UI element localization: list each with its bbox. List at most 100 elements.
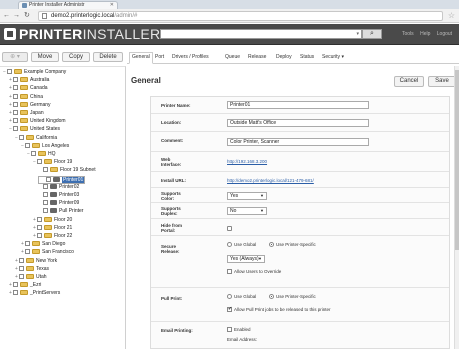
tree-checkbox[interactable] [13, 118, 18, 124]
new-button[interactable]: ⊕ ▾ [2, 52, 28, 62]
tree-folder-item[interactable]: + China [8, 93, 43, 101]
allow-override-checkbox[interactable]: Allow Users to Override [227, 269, 281, 275]
scrollbar-thumb[interactable] [455, 70, 459, 250]
tree-folder-item[interactable]: + Floor 22 [32, 233, 72, 240]
tree-checkbox[interactable] [43, 208, 48, 214]
tree-checkbox[interactable] [43, 183, 48, 189]
tree-checkbox[interactable] [19, 134, 24, 140]
tree-folder-item[interactable]: + Floor 21 [32, 224, 72, 232]
tree-checkbox[interactable] [37, 224, 42, 230]
secure-use-printer-specific-radio[interactable]: Use Printer-Specific [269, 242, 316, 248]
browser-tab[interactable]: Printer Installer Administr ✕ [18, 1, 118, 9]
tree-checkbox[interactable] [37, 233, 42, 238]
tree-folder-item[interactable]: + San Francisco [20, 249, 74, 256]
tree-checkbox[interactable] [46, 176, 51, 182]
tree-checkbox[interactable] [13, 282, 18, 288]
tree-checkbox[interactable] [13, 93, 18, 99]
tree-printer-item[interactable]: Printer01 [38, 175, 86, 184]
printer-name-field[interactable]: Printer01 [227, 101, 369, 109]
search-input[interactable]: ▾ [160, 29, 362, 39]
tree-checkbox[interactable] [13, 126, 18, 132]
tree-folder-item[interactable]: + Utah [14, 274, 47, 281]
delete-button[interactable]: Delete [93, 52, 123, 62]
tree-checkbox[interactable] [13, 290, 18, 296]
save-button[interactable]: Save [428, 76, 456, 87]
tree-folder-item[interactable]: Floor 19 Subnet [38, 167, 96, 174]
menu-help[interactable]: Help [420, 31, 430, 37]
tree-checkbox[interactable] [13, 77, 18, 83]
tree-folder-item[interactable]: + United Kingdom [8, 118, 66, 125]
tree-checkbox[interactable] [13, 110, 18, 115]
tree-folder-item[interactable]: + _Ezri [8, 282, 41, 289]
tree-folder-item[interactable]: + Japan [8, 110, 44, 117]
tree-folder-item[interactable]: − Floor 19 [32, 159, 72, 166]
tree-checkbox[interactable] [7, 69, 12, 74]
tree-folder-item[interactable]: − Example Company [2, 69, 66, 76]
copy-button[interactable]: Copy [62, 52, 90, 62]
tab-deploy[interactable]: Deploy [276, 53, 292, 62]
tab-release[interactable]: Release [248, 53, 266, 62]
tree-checkbox[interactable] [19, 265, 24, 271]
move-button[interactable]: Move [31, 52, 59, 62]
address-bar[interactable]: demo2.printerlogic.local/admin/# [38, 11, 443, 21]
tree-folder-item[interactable]: + Canada [8, 85, 48, 92]
menu-tools[interactable]: Tools [402, 31, 414, 37]
tree-checkbox[interactable] [13, 101, 18, 107]
tree-folder-item[interactable]: + Germany [8, 101, 51, 109]
reload-icon[interactable]: ↻ [24, 11, 30, 20]
location-field[interactable]: Outside Matt's Office [227, 119, 369, 127]
tree-folder-item[interactable]: − California [14, 134, 57, 142]
forward-icon[interactable]: → [13, 11, 20, 20]
email-enabled-checkbox[interactable]: Enabled [227, 327, 251, 333]
tree-checkbox[interactable] [25, 249, 30, 255]
bookmark-star-icon[interactable]: ☆ [448, 11, 455, 20]
search-dropdown-icon[interactable]: ▾ [356, 31, 359, 37]
tree-folder-item[interactable]: + New York [14, 257, 57, 265]
tree-checkbox[interactable] [13, 85, 18, 91]
tree-checkbox[interactable] [43, 167, 48, 173]
tab-status[interactable]: Status [300, 53, 314, 62]
supports-duplex-select[interactable]: No ▼ [227, 207, 267, 215]
tab-general[interactable]: General [129, 52, 153, 64]
supports-color-select[interactable]: Yes ▼ [227, 192, 267, 200]
install-url-link[interactable]: http://demo2.printerlogic.local/121-479-… [227, 178, 314, 183]
back-icon[interactable]: ← [3, 11, 10, 20]
comment-field[interactable]: Color Printer, Scanner [227, 138, 369, 146]
tree-folder-item[interactable]: − HQ [26, 151, 56, 158]
tree-printer-item[interactable]: Printer09 [38, 200, 79, 207]
tree-folder-item[interactable]: + Texas [14, 265, 49, 273]
pull-use-global-radio[interactable]: Use Global [227, 294, 256, 300]
tab-queue[interactable]: Queue [225, 53, 240, 62]
tree-checkbox[interactable] [25, 142, 30, 148]
hide-from-portal-checkbox[interactable] [227, 226, 232, 231]
tree-folder-item[interactable]: + Floor 20 [32, 216, 72, 224]
tree-printer-item[interactable]: Printer02 [38, 183, 79, 191]
main-scrollbar[interactable] [454, 66, 459, 349]
close-tab-icon[interactable]: ✕ [110, 2, 114, 9]
tree-printer-item[interactable]: Pull Printer [38, 208, 83, 215]
tree-checkbox[interactable] [25, 241, 30, 247]
tree-folder-item[interactable]: + _PrintServers [8, 290, 60, 297]
secure-release-select[interactable]: Yes (Always) ▼ [227, 255, 265, 263]
search-button[interactable]: ⌕ [362, 29, 382, 39]
tree-printer-item[interactable]: Printer03 [38, 192, 79, 199]
cancel-button[interactable]: Cancel [394, 76, 424, 87]
menu-logout[interactable]: Logout [437, 31, 452, 37]
tree-checkbox[interactable] [19, 274, 24, 279]
tree-checkbox[interactable] [43, 200, 48, 206]
tree-folder-item[interactable]: + San Diego [20, 241, 65, 248]
tree-checkbox[interactable] [31, 151, 36, 156]
tree-folder-item[interactable]: − Los Angeles [20, 142, 69, 150]
tree-folder-item[interactable]: + Australia [8, 77, 49, 84]
pull-use-printer-specific-radio[interactable]: Use Printer-Specific [269, 294, 316, 300]
tree-checkbox[interactable] [43, 192, 48, 197]
web-interface-link[interactable]: http://192.168.3.200 [227, 159, 267, 164]
secure-use-global-radio[interactable]: Use Global [227, 242, 256, 248]
tree-checkbox[interactable] [37, 159, 42, 165]
pull-allow-checkbox[interactable]: Allow Pull Print jobs to be released to … [227, 306, 331, 313]
tree-checkbox[interactable] [37, 216, 42, 222]
tab-security[interactable]: Security ▾ [322, 53, 344, 62]
tree-folder-item[interactable]: − United States [8, 126, 60, 133]
tree-checkbox[interactable] [19, 257, 24, 263]
tab-drivers-profiles[interactable]: Drivers / Profiles [172, 53, 209, 62]
